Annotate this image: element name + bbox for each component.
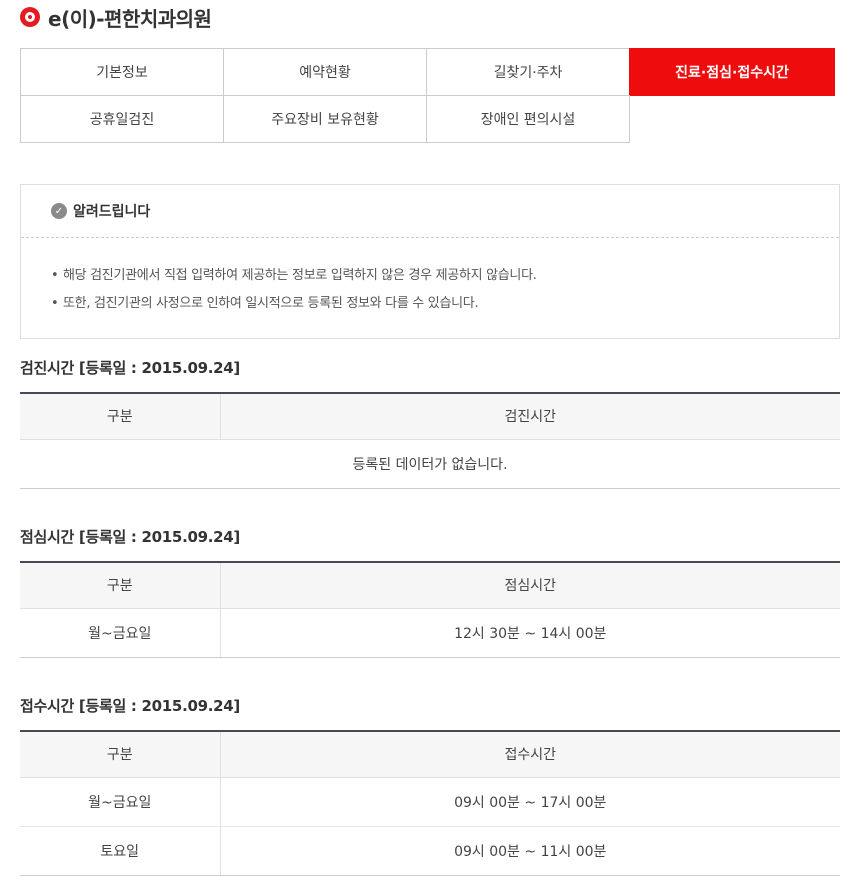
- day-cell: 토요일: [20, 826, 221, 876]
- lunch-table: 구분 점심시간 월~금요일 12시 30분 ~ 14시 00분: [20, 561, 840, 658]
- tab-row-1: 기본정보 예약현황 길찾기·주차 진료·점심·접수시간: [20, 48, 837, 96]
- tab-bar: 기본정보 예약현황 길찾기·주차 진료·점심·접수시간 공휴일검진 주요장비 보…: [20, 48, 837, 144]
- notice-list: • 해당 검진기관에서 직접 입력하여 제공하는 정보로 입력하지 않은 경우 제…: [21, 238, 839, 318]
- bullet-icon: •: [51, 296, 59, 311]
- checkup-section-title: 검진시간 [등록일 : 2015.09.24]: [20, 359, 240, 377]
- empty-message: 등록된 데이터가 없습니다.: [20, 439, 840, 489]
- tab-accessibility[interactable]: 장애인 편의시설: [426, 95, 630, 143]
- tab-hours[interactable]: 진료·점심·접수시간: [629, 48, 835, 96]
- tab-directions-parking[interactable]: 길찾기·주차: [426, 48, 630, 96]
- notice-header: ✓ 알려드립니다: [21, 185, 839, 238]
- tab-holiday-checkup[interactable]: 공휴일검진: [20, 95, 224, 143]
- tab-basic-info[interactable]: 기본정보: [20, 48, 224, 96]
- tab-row-2: 공휴일검진 주요장비 보유현황 장애인 편의시설: [20, 95, 837, 144]
- notice-item: • 해당 검진기관에서 직접 입력하여 제공하는 정보로 입력하지 않은 경우 제…: [51, 262, 839, 290]
- column-header: 접수시간: [220, 731, 840, 778]
- page-title: e(이)-편한치과의원: [48, 6, 212, 31]
- table-row: 월~금요일 09시 00분 ~ 17시 00분: [20, 777, 840, 827]
- notice-title: 알려드립니다: [73, 204, 151, 220]
- reception-section-title: 접수시간 [등록일 : 2015.09.24]: [20, 697, 240, 715]
- time-cell: 09시 00분 ~ 11시 00분: [220, 826, 840, 876]
- table-row: 월~금요일 12시 30분 ~ 14시 00분: [20, 608, 840, 658]
- table-row: 등록된 데이터가 없습니다.: [20, 439, 840, 489]
- reception-table: 구분 접수시간 월~금요일 09시 00분 ~ 17시 00분 토요일 09시 …: [20, 730, 840, 876]
- notice-item-text: 해당 검진기관에서 직접 입력하여 제공하는 정보로 입력하지 않은 경우 제공…: [63, 268, 537, 283]
- column-header: 구분: [20, 562, 221, 609]
- column-header: 점심시간: [220, 562, 840, 609]
- column-header: 구분: [20, 731, 221, 778]
- bullet-icon: •: [51, 268, 59, 283]
- check-circle-icon: ✓: [51, 203, 67, 219]
- day-cell: 월~금요일: [20, 608, 221, 658]
- column-header: 구분: [20, 393, 221, 440]
- notice-item-text: 또한, 검진기관의 사정으로 인하여 일시적으로 등록된 정보와 다를 수 있습…: [63, 296, 479, 311]
- page-header: e(이)-편한치과의원: [20, 2, 212, 32]
- time-cell: 09시 00분 ~ 17시 00분: [220, 777, 840, 827]
- tab-reservation[interactable]: 예약현황: [223, 48, 427, 96]
- notice-item: • 또한, 검진기관의 사정으로 인하여 일시적으로 등록된 정보와 다를 수 있…: [51, 290, 839, 318]
- table-row: 토요일 09시 00분 ~ 11시 00분: [20, 826, 840, 876]
- notice-box: ✓ 알려드립니다 • 해당 검진기관에서 직접 입력하여 제공하는 정보로 입력하…: [20, 184, 840, 339]
- tab-equipment[interactable]: 주요장비 보유현황: [223, 95, 427, 143]
- column-header: 검진시간: [220, 393, 840, 440]
- checkup-table: 구분 검진시간 등록된 데이터가 없습니다.: [20, 392, 840, 489]
- day-cell: 월~금요일: [20, 777, 221, 827]
- lunch-section-title: 점심시간 [등록일 : 2015.09.24]: [20, 528, 240, 546]
- hospital-logo-icon: [20, 7, 40, 27]
- time-cell: 12시 30분 ~ 14시 00분: [220, 608, 840, 658]
